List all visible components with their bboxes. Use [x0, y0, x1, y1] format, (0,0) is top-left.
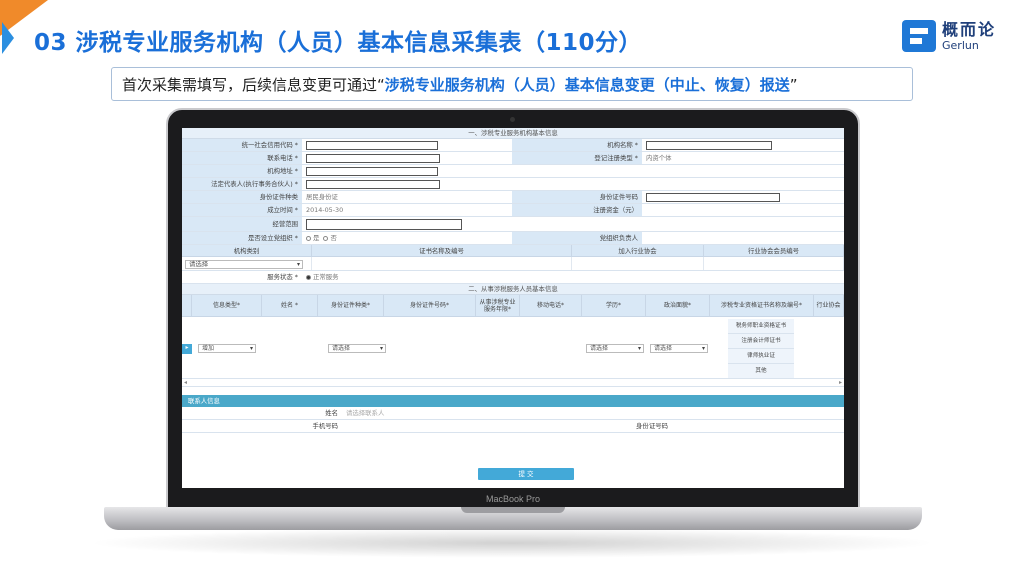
contact-name-label: 姓名	[182, 407, 342, 419]
horizontal-scrollbar[interactable]	[182, 379, 844, 387]
staff-col-edu: 学历*	[582, 295, 646, 316]
staff-table-header: 信息类型* 姓名 * 身份证件种类* 身份证件号码* 从事涉税专业服务年限* 移…	[182, 295, 844, 317]
contact-name-input[interactable]: 请选择联系人	[342, 407, 844, 419]
staff-col-name: 姓名 *	[262, 295, 318, 316]
party-leader-label: 党组织负责人	[512, 232, 642, 244]
org-name-input[interactable]	[646, 140, 772, 150]
staff-col-info-type: 信息类型*	[192, 295, 262, 316]
cert-col: 证书名称及编号	[312, 245, 572, 256]
phone-input[interactable]	[306, 153, 440, 163]
id-type-label: 身份证件种类	[182, 191, 302, 203]
cert-item: 律师执业证	[728, 349, 794, 364]
note-box: 首次采集需填写，后续信息变更可通过“涉税专业服务机构（人员）基本信息变更（中止、…	[111, 67, 913, 101]
member-col: 行业协会会员编号	[704, 245, 844, 256]
address-input[interactable]	[306, 166, 438, 176]
scope-label: 经营范围	[182, 217, 302, 231]
credit-code-label: 统一社会信用代码 *	[182, 139, 302, 151]
cert-item: 注册会计师证书	[728, 334, 794, 349]
legal-rep-label: 法定代表人(执行事务合伙人) *	[182, 178, 302, 190]
logo: 概而论 Gerlun	[902, 20, 996, 52]
est-date-value: 2014-05-30	[302, 204, 512, 216]
capital-value	[642, 204, 844, 216]
chevron-decoration	[2, 22, 14, 54]
laptop-lid: 一、涉税专业服务机构基本信息 统一社会信用代码 * 机构名称 * 联系电话 * …	[166, 108, 860, 510]
cat-col: 机构类别	[182, 245, 312, 256]
party-yes-label: 是	[313, 234, 320, 242]
id-no-label: 身份证件号码	[512, 191, 642, 203]
staff-col-assoc: 行业协会	[814, 295, 844, 316]
camera-icon	[510, 117, 515, 122]
staff-col-political: 政治面貌*	[646, 295, 710, 316]
party-label: 是否设立党组织 *	[182, 232, 302, 244]
note-suffix: ”	[789, 76, 798, 94]
laptop-base	[104, 507, 922, 530]
cert-item: 税务师职业资格证书	[728, 319, 794, 334]
org-name-label: 机构名称 *	[512, 139, 642, 151]
education-select[interactable]: 请选择	[586, 344, 644, 353]
staff-col-id-type: 身份证件种类*	[318, 295, 384, 316]
laptop-notch	[461, 507, 565, 513]
staff-col-mobile: 移动电话*	[520, 295, 582, 316]
assoc-col: 加入行业协会	[572, 245, 704, 256]
contact-id-input[interactable]	[672, 420, 844, 432]
category-select[interactable]: 请选择	[185, 259, 303, 269]
political-select[interactable]: 请选择	[650, 344, 708, 353]
contact-section-title: 联系人信息	[182, 395, 844, 407]
contact-id-label: 身份证号码	[512, 420, 672, 432]
section2-title: 二、从事涉税服务人员基本信息	[182, 284, 844, 295]
legal-rep-input[interactable]	[306, 179, 440, 189]
reg-type-value: 内资个体	[642, 152, 844, 164]
staff-col-id-no: 身份证件号码*	[384, 295, 476, 316]
est-date-label: 成立时间 *	[182, 204, 302, 216]
party-no-radio[interactable]	[323, 235, 329, 241]
slide-title: 03 涉税专业服务机构（人员）基本信息采集表（110分）	[34, 30, 643, 56]
cert-item: 其他	[728, 364, 794, 379]
staff-id-type-select[interactable]: 请选择	[328, 344, 386, 353]
note-prefix: 首次采集需填写，后续信息变更可通过“	[122, 76, 385, 94]
capital-label: 注册资金（元）	[512, 204, 642, 216]
section-title: 一、涉税专业服务机构基本信息	[182, 128, 844, 139]
party-yes-radio[interactable]	[306, 235, 311, 241]
staff-col-years: 从事涉税专业服务年限*	[476, 295, 520, 316]
service-status-value: 正常服务	[313, 273, 339, 281]
staff-table-body: ▸ 增加 请选择 请选择 请选择 税务师职业资格证书 注册会计师证书 律师执业证…	[182, 317, 844, 379]
service-status-label: 服务状态 *	[182, 271, 302, 283]
info-type-select[interactable]: 增加	[198, 344, 256, 353]
mobile-input[interactable]	[342, 420, 512, 432]
scope-input[interactable]	[306, 218, 462, 230]
phone-label: 联系电话 *	[182, 152, 302, 164]
cert-list: 税务师职业资格证书 注册会计师证书 律师执业证 其他	[728, 319, 794, 379]
row-handle-icon[interactable]: ▸	[182, 344, 192, 354]
party-leader-value	[642, 232, 844, 244]
note-highlight: 涉税专业服务机构（人员）基本信息变更（中止、恢复）报送	[384, 76, 790, 94]
logo-text-en: Gerlun	[942, 38, 979, 52]
laptop-shadow	[86, 528, 938, 558]
logo-icon	[902, 20, 936, 52]
id-no-input[interactable]	[646, 192, 780, 202]
laptop-brand: MacBook Pro	[485, 494, 541, 504]
id-type-value: 居民身份证	[302, 191, 512, 203]
mobile-label: 手机号码	[182, 420, 342, 432]
laptop-screen: 一、涉税专业服务机构基本信息 统一社会信用代码 * 机构名称 * 联系电话 * …	[182, 128, 844, 488]
collection-form: 一、涉税专业服务机构基本信息 统一社会信用代码 * 机构名称 * 联系电话 * …	[182, 128, 844, 433]
service-status-radio[interactable]	[306, 274, 311, 280]
logo-text-cn: 概而论	[942, 19, 997, 39]
party-no-label: 否	[330, 234, 337, 242]
address-label: 机构地址 *	[182, 165, 302, 177]
staff-col-cert: 涉税专业资格证书名称及编号*	[710, 295, 814, 316]
submit-button[interactable]: 提 交	[478, 468, 574, 480]
credit-code-input[interactable]	[306, 140, 438, 150]
reg-type-label: 登记注册类型 *	[512, 152, 642, 164]
